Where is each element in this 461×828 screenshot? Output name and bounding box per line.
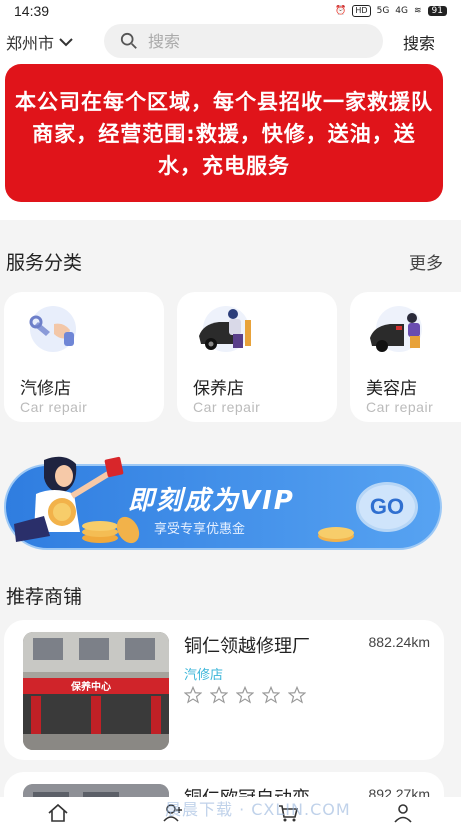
shop-card[interactable]: 保养中心 铜仁领越修理厂 882.24km 汽修店 xyxy=(4,620,444,760)
wifi-icon: ≋ xyxy=(414,6,422,16)
status-bar: 14:39 ⏰ HD 5G 4G ≋ 91 xyxy=(0,0,461,22)
category-card-beauty[interactable]: 美容店 Car repair xyxy=(350,292,461,422)
category-card-maintenance[interactable]: 保养店 Car repair xyxy=(177,292,337,422)
status-time: 14:39 xyxy=(14,3,50,19)
vip-banner[interactable]: 即刻成为VIP 享受专享优惠金 GO xyxy=(4,452,442,556)
more-link[interactable]: 更多 xyxy=(409,249,443,274)
watermark: 晨晨下载 · CXLIN.COM xyxy=(165,800,351,819)
category-sub: Car repair xyxy=(366,399,434,415)
star-icon xyxy=(288,686,306,704)
signal-5g: 5G xyxy=(376,6,390,16)
notice-area: 本公司在每个区域，每个县招收一家救援队商家，经营范围:救援，快修，送油，送水，充… xyxy=(0,62,461,220)
signal-4g: 4G xyxy=(395,6,408,16)
alarm-icon: ⏰ xyxy=(335,6,347,16)
category-card-repair[interactable]: 汽修店 Car repair xyxy=(4,292,164,422)
vip-go-button[interactable]: GO xyxy=(356,482,418,532)
shop-tag: 汽修店 xyxy=(184,668,224,683)
chevron-down-icon xyxy=(59,38,73,47)
mechanic-car-icon xyxy=(199,306,251,352)
star-icon xyxy=(184,686,202,704)
city-label: 郑州市 xyxy=(6,34,55,53)
wrench-hand-icon xyxy=(29,306,76,352)
profile-icon xyxy=(394,803,412,823)
shop-sign-text: 保养中心 xyxy=(71,682,111,693)
rating-stars xyxy=(184,686,306,704)
city-selector[interactable]: 郑州市 xyxy=(6,30,74,54)
car-wash-icon xyxy=(370,306,422,352)
service-section-header: 服务分类 更多 xyxy=(0,246,461,276)
home-icon xyxy=(48,803,68,822)
top-bar: 郑州市 搜索 xyxy=(0,22,461,62)
search-box[interactable] xyxy=(104,24,383,58)
nav-profile[interactable] xyxy=(391,802,415,824)
recommend-section-header: 推荐商铺 xyxy=(0,580,461,610)
category-name: 保养店 xyxy=(193,379,244,399)
battery-icon: 91 xyxy=(427,6,447,16)
search-icon xyxy=(120,32,137,49)
star-icon xyxy=(236,686,254,704)
star-icon xyxy=(262,686,280,704)
notice-banner[interactable]: 本公司在每个区域，每个县招收一家救援队商家，经营范围:救援，快修，送油，送水，充… xyxy=(5,64,443,202)
service-section-title: 服务分类 xyxy=(6,251,83,274)
shop-name: 铜仁领越修理厂 xyxy=(184,636,310,657)
category-sub: Car repair xyxy=(193,399,261,415)
hd-badge: HD xyxy=(352,5,371,17)
nav-home[interactable] xyxy=(46,802,70,824)
shop-distance: 882.24km xyxy=(368,634,430,650)
search-button[interactable]: 搜索 xyxy=(403,30,435,54)
category-sub: Car repair xyxy=(20,399,88,415)
star-icon xyxy=(210,686,228,704)
vip-subtitle: 享受专享优惠金 xyxy=(154,522,246,537)
category-name: 汽修店 xyxy=(20,379,71,399)
search-input[interactable] xyxy=(148,31,348,51)
status-icons: ⏰ HD 5G 4G ≋ 91 xyxy=(335,5,447,17)
category-list: 汽修店 Car repair 保养店 Car repair 美容店 Car re… xyxy=(0,292,461,422)
vip-woman-coins-illustration xyxy=(14,456,140,544)
shop-photo: 保养中心 xyxy=(23,632,169,750)
vip-title: 即刻成为VIP xyxy=(128,486,295,516)
coin-stack-icon xyxy=(318,527,354,542)
recommend-section-title: 推荐商铺 xyxy=(6,585,83,608)
category-name: 美容店 xyxy=(366,379,417,399)
